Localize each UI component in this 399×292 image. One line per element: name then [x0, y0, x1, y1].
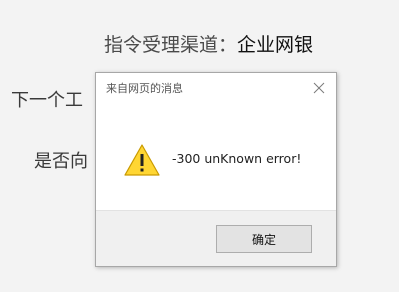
alert-dialog: 来自网页的消息 -300 unKnown error! 确定 — [95, 72, 337, 267]
close-button[interactable] — [310, 79, 328, 97]
next-step-line: 下一个工 — [11, 90, 83, 111]
channel-value: 企业网银 — [237, 34, 314, 56]
channel-line: 指令受理渠道：企业网银 — [104, 33, 313, 57]
warning-icon — [124, 144, 160, 176]
error-message: -300 unKnown error! — [172, 151, 302, 166]
ok-button[interactable]: 确定 — [216, 225, 312, 253]
close-icon — [313, 82, 325, 94]
whether-line: 是否向 — [34, 151, 88, 172]
dialog-title: 来自网页的消息 — [106, 82, 183, 95]
dialog-footer: 确定 — [96, 210, 336, 266]
channel-label: 指令受理渠道： — [104, 34, 238, 56]
